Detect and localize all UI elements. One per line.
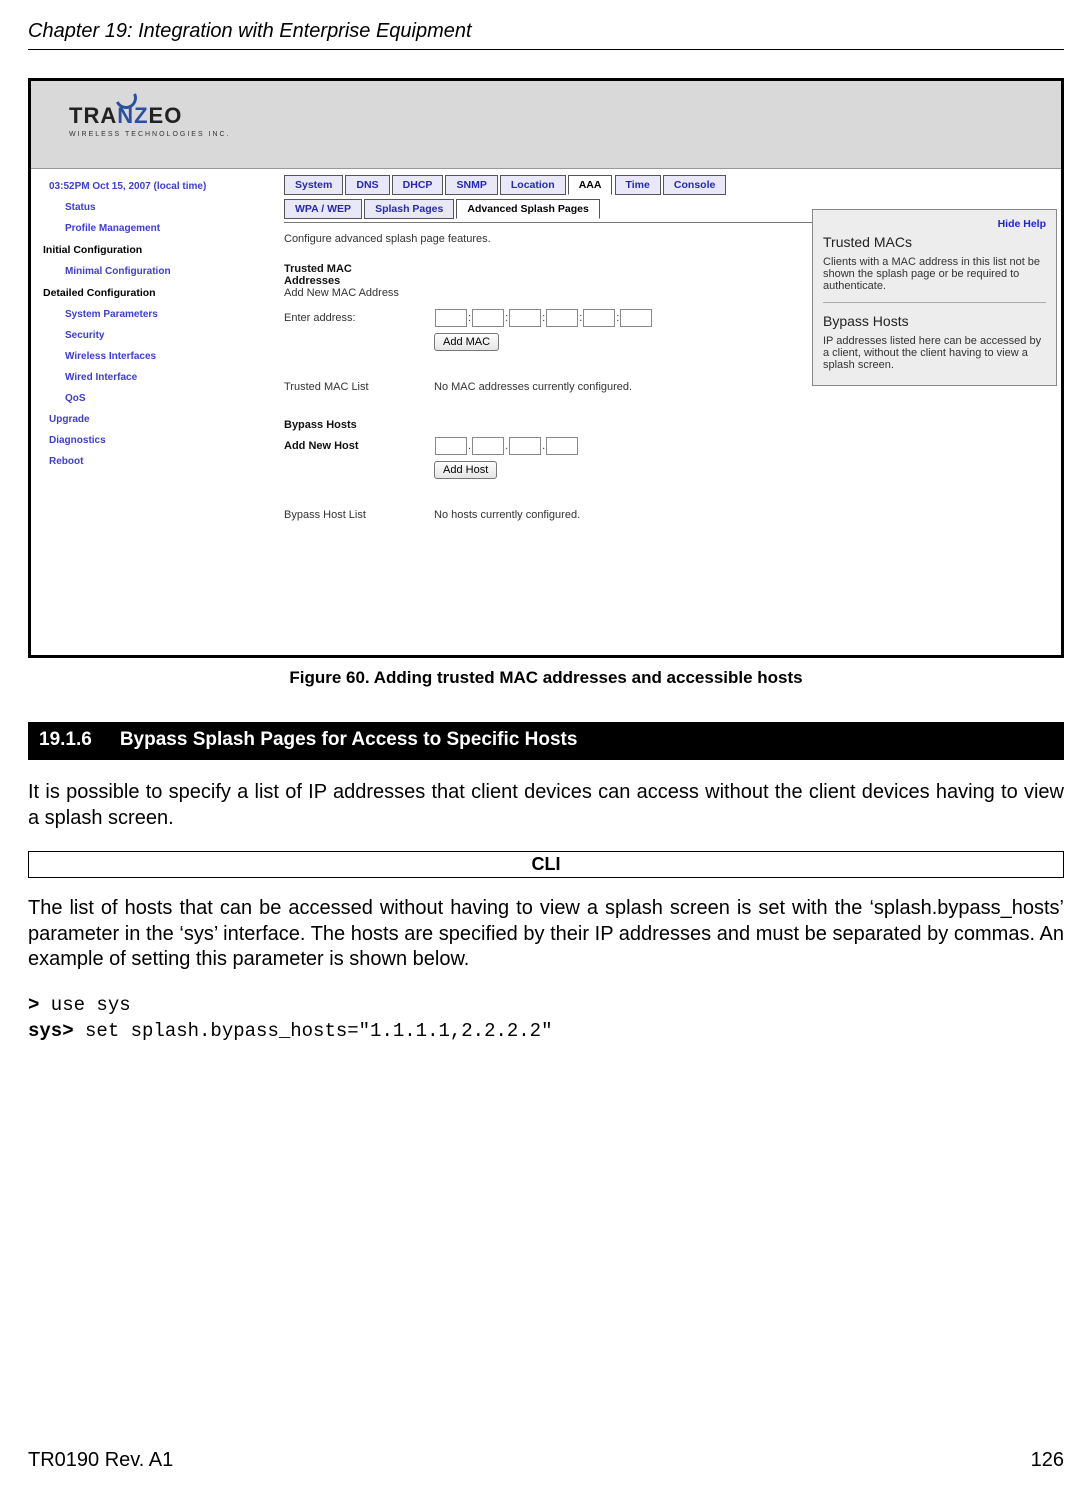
screenshot-figure: TRANZEO WIRELESS TECHNOLOGIES INC. 03:52… [28, 78, 1064, 658]
tab-dns[interactable]: DNS [345, 175, 389, 195]
mac-enter-label: Enter address: [284, 312, 434, 324]
mac-oct-4[interactable] [546, 309, 578, 327]
help-text-2: IP addresses listed here can be accessed… [823, 335, 1046, 371]
help-title-1: Trusted MACs [823, 234, 1046, 250]
cli-line-2: set splash.bypass_hosts="1.1.1.1,2.2.2.2… [74, 1020, 553, 1042]
tab-splash[interactable]: Splash Pages [364, 199, 454, 219]
tab-advsplash[interactable]: Advanced Splash Pages [456, 199, 599, 219]
host-oct-2[interactable] [472, 437, 504, 455]
mac-list-value: No MAC addresses currently configured. [434, 381, 632, 393]
divider [28, 49, 1064, 50]
mac-oct-1[interactable] [435, 309, 467, 327]
sidebar-item-security[interactable]: Security [65, 330, 270, 341]
help-divider [823, 302, 1046, 303]
footer-left: TR0190 Rev. A1 [28, 1449, 173, 1472]
sidebar-item-minimal[interactable]: Minimal Configuration [65, 266, 270, 277]
tab-snmp[interactable]: SNMP [445, 175, 497, 195]
sidebar-item-sysparams[interactable]: System Parameters [65, 309, 270, 320]
tab-wpa[interactable]: WPA / WEP [284, 199, 362, 219]
page-footer: TR0190 Rev. A1 126 [28, 1449, 1064, 1472]
chapter-title: Chapter 19: Integration with Enterprise … [28, 20, 1064, 43]
cli-prompt-1: > [28, 994, 39, 1016]
logo-part2: NZ [117, 103, 148, 128]
sidebar-cat-initial: Initial Configuration [43, 244, 270, 256]
sidebar-item-diag[interactable]: Diagnostics [49, 435, 270, 446]
host-oct-3[interactable] [509, 437, 541, 455]
cli-header: CLI [28, 851, 1064, 878]
tab-system[interactable]: System [284, 175, 343, 195]
section-number: 19.1.6 [39, 729, 92, 751]
cli-prompt-2: sys> [28, 1020, 74, 1042]
host-heading: Bypass Hosts [284, 419, 1053, 431]
cli-line-1: use sys [39, 994, 130, 1016]
logo-text: TRANZEO [69, 103, 182, 129]
sidebar-item-status[interactable]: Status [65, 202, 270, 213]
sidebar: 03:52PM Oct 15, 2007 (local time) Status… [31, 169, 276, 655]
tab-location[interactable]: Location [500, 175, 566, 195]
section-title: Bypass Splash Pages for Access to Specif… [120, 729, 578, 750]
host-subheading: Add New Host [284, 440, 434, 452]
logo-subtitle: WIRELESS TECHNOLOGIES INC. [69, 131, 231, 138]
bypass-hosts-section: Bypass Hosts Add New Host . . . Add Host… [284, 419, 1053, 521]
logo-part1: TRA [69, 103, 117, 128]
sidebar-item-wired[interactable]: Wired Interface [65, 372, 270, 383]
sidebar-item-qos[interactable]: QoS [65, 393, 270, 404]
tab-console[interactable]: Console [663, 175, 726, 195]
mac-oct-5[interactable] [583, 309, 615, 327]
mac-oct-3[interactable] [509, 309, 541, 327]
sidebar-item-wireless[interactable]: Wireless Interfaces [65, 351, 270, 362]
paragraph-2: The list of hosts that can be accessed w… [28, 896, 1064, 973]
help-text-1: Clients with a MAC address in this list … [823, 256, 1046, 292]
main-panel: System DNS DHCP SNMP Location AAA Time C… [276, 169, 1061, 655]
help-title-2: Bypass Hosts [823, 313, 1046, 329]
sidebar-item-upgrade[interactable]: Upgrade [49, 414, 270, 425]
footer-right: 126 [1031, 1449, 1064, 1472]
cli-block: > use sys sys> set splash.bypass_hosts="… [28, 993, 1064, 1044]
help-panel: Hide Help Trusted MACs Clients with a MA… [812, 209, 1057, 386]
sidebar-time: 03:52PM Oct 15, 2007 (local time) [49, 181, 270, 192]
hide-help-link[interactable]: Hide Help [823, 218, 1046, 230]
add-mac-button[interactable]: Add MAC [434, 333, 499, 351]
host-list-value: No hosts currently configured. [434, 509, 580, 521]
tab-dhcp[interactable]: DHCP [392, 175, 444, 195]
host-list-label: Bypass Host List [284, 509, 434, 521]
section-heading: 19.1.6 Bypass Splash Pages for Access to … [28, 722, 1064, 760]
add-host-button[interactable]: Add Host [434, 461, 497, 479]
mac-oct-2[interactable] [472, 309, 504, 327]
figure-caption: Figure 60. Adding trusted MAC addresses … [28, 668, 1064, 688]
logo-part3: EO [149, 103, 183, 128]
host-oct-1[interactable] [435, 437, 467, 455]
mac-list-label: Trusted MAC List [284, 381, 434, 393]
sidebar-item-reboot[interactable]: Reboot [49, 456, 270, 467]
tab-row-1: System DNS DHCP SNMP Location AAA Time C… [284, 175, 1053, 195]
host-oct-4[interactable] [546, 437, 578, 455]
app-header: TRANZEO WIRELESS TECHNOLOGIES INC. [31, 81, 1061, 169]
sidebar-item-profile[interactable]: Profile Management [65, 223, 270, 234]
tab-aaa[interactable]: AAA [568, 175, 613, 195]
tab-time[interactable]: Time [615, 175, 661, 195]
mac-oct-6[interactable] [620, 309, 652, 327]
paragraph-1: It is possible to specify a list of IP a… [28, 780, 1064, 831]
sidebar-cat-detailed: Detailed Configuration [43, 287, 270, 299]
